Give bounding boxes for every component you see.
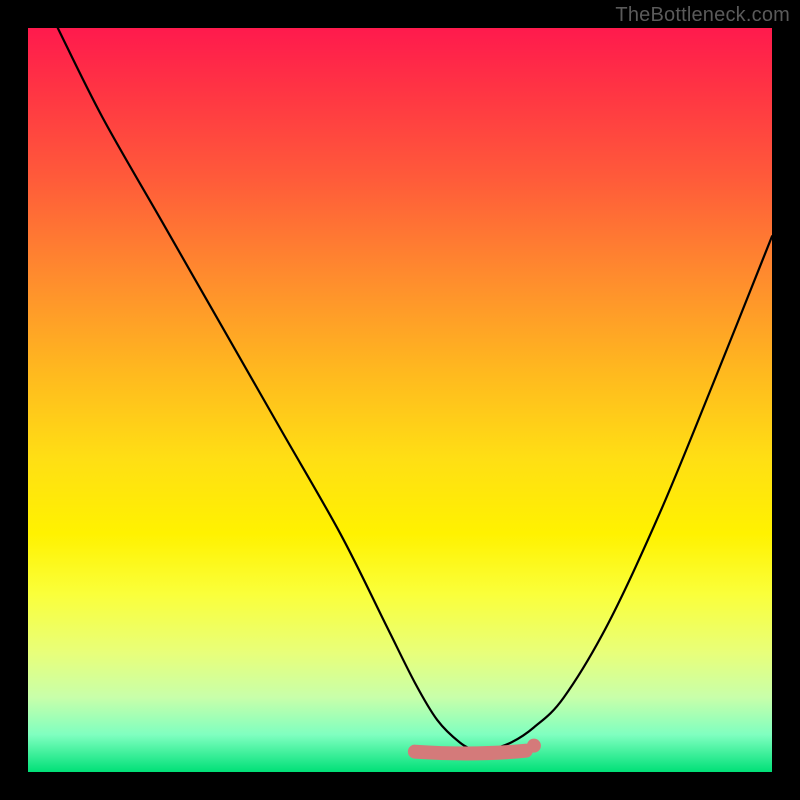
plot-area: [28, 28, 772, 772]
bottleneck-curve-svg: [28, 28, 772, 772]
optimal-range-endpoint: [527, 739, 541, 753]
chart-frame: TheBottleneck.com: [0, 0, 800, 800]
watermark-text: TheBottleneck.com: [615, 4, 790, 27]
bottleneck-curve: [58, 28, 772, 751]
optimal-range-highlight: [415, 751, 526, 754]
